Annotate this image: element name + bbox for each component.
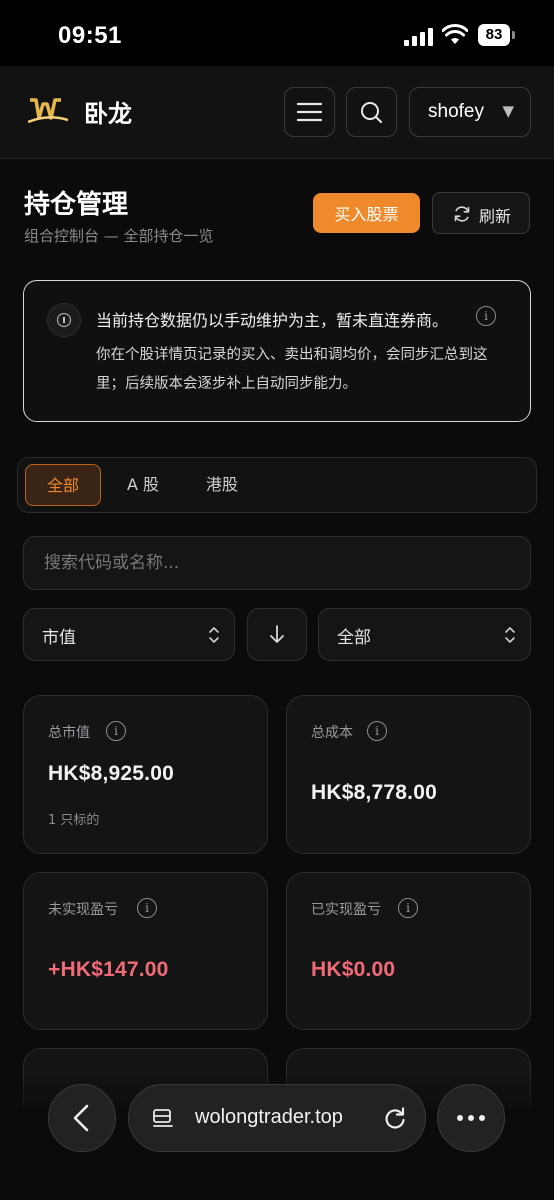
brand-name: 卧龙 bbox=[84, 100, 132, 128]
tab-all[interactable]: 全部 bbox=[25, 464, 101, 506]
brand-logo-icon bbox=[28, 98, 68, 124]
card-sub: 1 只标的 bbox=[48, 813, 100, 828]
card-value: HK$0.00 bbox=[311, 958, 396, 981]
card-value: HK$8,925.00 bbox=[48, 762, 174, 785]
card-label: 总市值 bbox=[48, 725, 90, 741]
tab-hk-shares[interactable]: 港股 bbox=[190, 464, 254, 506]
search-button[interactable] bbox=[346, 87, 397, 137]
more-dots-icon bbox=[457, 1115, 485, 1121]
info-icon[interactable]: i bbox=[137, 898, 157, 918]
user-name: shofey bbox=[428, 101, 484, 122]
hamburger-icon bbox=[296, 102, 323, 122]
notice-title: 当前持仓数据仍以手动维护为主，暂未直连券商。 bbox=[96, 311, 449, 330]
sort-direction-button[interactable] bbox=[247, 608, 307, 661]
browser-back-button[interactable] bbox=[48, 1084, 116, 1152]
sort-select[interactable]: 市值 bbox=[23, 608, 235, 661]
card-label: 总成本 bbox=[311, 725, 353, 741]
cellular-signal-icon bbox=[404, 28, 434, 46]
chevron-up-down-icon bbox=[505, 627, 515, 643]
chevron-up-down-icon bbox=[209, 627, 219, 643]
reload-icon[interactable] bbox=[382, 1105, 408, 1131]
alert-circle-icon bbox=[47, 303, 81, 337]
stat-card-total-market-value: 总市值 i HK$8,925.00 1 只标的 bbox=[23, 695, 268, 854]
wifi-icon bbox=[442, 24, 468, 44]
browser-more-button[interactable] bbox=[437, 1084, 505, 1152]
notice-panel: 当前持仓数据仍以手动维护为主，暂未直连券商。 i 你在个股详情页记录的买入、卖出… bbox=[23, 280, 531, 422]
market-tabs: 全部 A 股 港股 bbox=[17, 457, 537, 513]
refresh-button[interactable]: 刷新 bbox=[432, 192, 530, 234]
info-icon[interactable]: i bbox=[398, 898, 418, 918]
info-icon[interactable]: i bbox=[476, 306, 496, 326]
refresh-icon bbox=[454, 206, 470, 222]
address-bar[interactable]: wolongtrader.top bbox=[128, 1084, 426, 1152]
notice-body: 你在个股详情页记录的买入、卖出和调均价，会同步汇总到这里；后续版本会逐步补上自动… bbox=[96, 347, 488, 392]
stat-card-unrealized-pnl: 未实现盈亏 i +HK$147.00 bbox=[23, 872, 268, 1030]
page-title: 持仓管理 bbox=[24, 190, 129, 220]
info-icon[interactable]: i bbox=[106, 721, 126, 741]
info-icon[interactable]: i bbox=[367, 721, 387, 741]
card-label: 已实现盈亏 bbox=[311, 902, 381, 918]
battery-icon: 83 bbox=[478, 24, 510, 46]
card-value: +HK$147.00 bbox=[48, 958, 169, 981]
stat-card-realized-pnl: 已实现盈亏 i HK$0.00 bbox=[286, 872, 531, 1030]
arrow-down-icon bbox=[270, 625, 284, 643]
menu-button[interactable] bbox=[284, 87, 335, 137]
search-icon bbox=[361, 102, 382, 123]
stat-card-total-cost: 总成本 i HK$8,778.00 bbox=[286, 695, 531, 854]
search-input[interactable] bbox=[23, 536, 531, 590]
chevron-left-icon bbox=[73, 1104, 89, 1132]
url-text: wolongtrader.top bbox=[195, 1106, 343, 1128]
page-menu-icon bbox=[153, 1109, 173, 1127]
buy-stock-button[interactable]: 买入股票 bbox=[313, 193, 420, 233]
market-select-value: 全部 bbox=[337, 628, 371, 648]
user-menu-button[interactable]: shofey ▼ bbox=[409, 87, 531, 137]
market-select[interactable]: 全部 bbox=[318, 608, 531, 661]
status-time: 09:51 bbox=[58, 22, 122, 49]
status-bar: 09:51 83 bbox=[0, 0, 554, 66]
tab-a-shares[interactable]: A 股 bbox=[114, 464, 172, 506]
page-subtitle: 组合控制台 — 全部持仓一览 bbox=[24, 227, 214, 245]
battery-tip bbox=[512, 31, 515, 39]
card-value: HK$8,778.00 bbox=[311, 781, 437, 804]
sort-select-value: 市值 bbox=[42, 628, 76, 648]
caret-down-icon: ▼ bbox=[502, 102, 514, 120]
refresh-label: 刷新 bbox=[479, 207, 512, 226]
card-label: 未实现盈亏 bbox=[48, 902, 118, 918]
